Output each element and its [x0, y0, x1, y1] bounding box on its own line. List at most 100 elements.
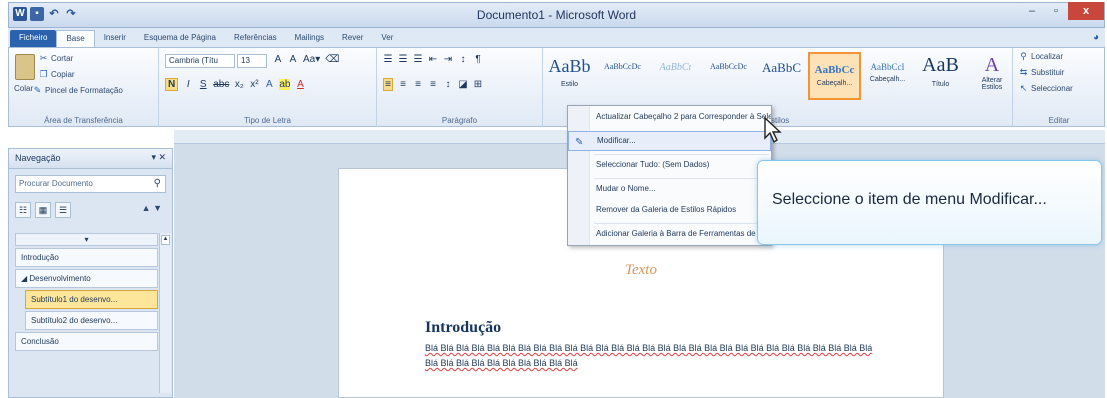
show-marks-button[interactable]: ¶: [473, 54, 483, 65]
borders-button[interactable]: ⊞: [473, 79, 483, 90]
justify-button[interactable]: ≡: [428, 79, 438, 90]
navigation-arrows[interactable]: ▲ ▼: [142, 203, 162, 213]
style-sample: AaBbCı: [659, 62, 692, 73]
close-button[interactable]: x: [1068, 2, 1104, 20]
style-tile-heading2[interactable]: AaBbCc Cabeçalh...: [808, 52, 861, 100]
pages-view-icon[interactable]: ▦: [35, 202, 51, 218]
underline-button[interactable]: S: [198, 79, 208, 90]
align-right-button[interactable]: ≡: [413, 79, 423, 90]
style-tile-subtle[interactable]: AaBbCı: [649, 52, 702, 100]
shrink-font-button[interactable]: A: [288, 54, 298, 65]
results-view-icon[interactable]: ☰: [55, 202, 71, 218]
tab-home[interactable]: Base: [56, 30, 95, 48]
font-color-button[interactable]: A: [295, 79, 305, 90]
style-tile-title[interactable]: AaB Título: [914, 52, 967, 100]
cut-label: Cortar: [51, 54, 74, 63]
menu-item-rename[interactable]: Mudar o Nome...: [568, 180, 771, 200]
nav-item-subtitulo1[interactable]: Subtítulo1 do desenvo...: [25, 290, 158, 309]
paste-icon[interactable]: [15, 54, 35, 80]
navigation-scrollbar[interactable]: ▲: [159, 233, 171, 393]
nav-item-subtitulo2[interactable]: Subtítulo2 do desenvo...: [25, 311, 158, 330]
format-painter-button[interactable]: ✎ Pincel de Formatação: [33, 86, 123, 96]
restore-button[interactable]: ▫: [1044, 2, 1068, 20]
menu-separator: [594, 223, 769, 224]
style-tile-no-spacing[interactable]: AaBbCcDc: [596, 52, 649, 100]
menu-item-select-all[interactable]: Seleccionar Tudo: (Sem Dados): [568, 156, 771, 176]
tab-insert[interactable]: Inserir: [95, 30, 135, 48]
bullets-button[interactable]: ☰: [383, 54, 393, 65]
style-tile-heading1[interactable]: AaBbC: [755, 52, 808, 100]
search-icon[interactable]: ⚲: [154, 178, 161, 189]
help-icon[interactable]: ◕: [1093, 32, 1099, 43]
style-name: Título: [931, 81, 950, 88]
align-left-button[interactable]: ≡: [383, 78, 393, 91]
headings-view-icon[interactable]: ☷: [15, 202, 31, 218]
replace-label: Substituir: [1031, 68, 1065, 77]
tab-references[interactable]: Referências: [225, 30, 286, 48]
paste-button[interactable]: Colar: [14, 84, 33, 93]
menu-item-modify[interactable]: ✎ Modificar...: [568, 131, 771, 151]
tab-file[interactable]: Ficheiro: [10, 30, 57, 48]
tab-page-layout[interactable]: Esquema de Página: [135, 30, 225, 48]
align-center-button[interactable]: ≡: [398, 79, 408, 90]
tab-view[interactable]: Ver: [372, 30, 402, 48]
subscript-button[interactable]: x₂: [234, 79, 244, 90]
numbering-button[interactable]: ☰: [398, 54, 408, 65]
sort-button[interactable]: ↕: [458, 54, 468, 65]
change-styles-icon: A: [984, 54, 1000, 76]
copy-button[interactable]: ❐ Copiar: [39, 70, 74, 80]
ribbon: Colar ✂ Cortar ❐ Copiar ✎ Pincel de Form…: [8, 47, 1105, 127]
style-sample: AaBbCcDc: [710, 62, 747, 71]
page-placeholder-text: Texto: [625, 262, 657, 278]
nav-item-conclusao[interactable]: Conclusão: [15, 332, 158, 351]
select-button[interactable]: ↖ Seleccionar: [1019, 84, 1073, 94]
font-size-select[interactable]: 13: [237, 54, 267, 68]
replace-button[interactable]: ⇆ Substituir: [1019, 68, 1065, 78]
superscript-button[interactable]: x²: [249, 79, 259, 90]
navigation-header: Navegação ▾ ✕: [9, 149, 172, 169]
navigation-pane-controls[interactable]: ▾ ✕: [151, 152, 166, 163]
collapse-all-button[interactable]: ▾: [15, 233, 158, 246]
clear-format-button[interactable]: ⌫: [325, 54, 339, 65]
font-tools-row1: A A Aa▾ ⌫: [273, 54, 340, 65]
decrease-indent-button[interactable]: ⇤: [428, 54, 438, 65]
search-document-input[interactable]: Procurar Documento ⚲: [15, 175, 166, 193]
menu-item-update-heading[interactable]: Actualizar Cabeçalho 2 para Corresponder…: [568, 108, 771, 128]
multilevel-list-button[interactable]: ☰: [413, 54, 423, 65]
menu-item-add-to-toolbar[interactable]: Adicionar Galeria à Barra de Ferramentas…: [568, 225, 771, 245]
strikethrough-button[interactable]: abc: [213, 79, 229, 90]
font-group: Cambria (Títu 13 A A Aa▾ ⌫ N I S abc x₂ …: [159, 48, 377, 127]
style-name: Cabeçalh...: [816, 80, 853, 87]
change-styles-button[interactable]: A Alterar Estilos: [975, 54, 1009, 91]
style-tile-normal[interactable]: AaBb Estilo: [543, 52, 596, 100]
shading-button[interactable]: ◪: [458, 79, 468, 90]
minimize-button[interactable]: –: [1020, 2, 1044, 20]
grow-font-button[interactable]: A: [273, 54, 283, 65]
italic-button[interactable]: I: [183, 79, 193, 90]
tutorial-callout: Seleccione o item de menu Modificar...: [757, 160, 1102, 245]
tab-review[interactable]: Rever: [333, 30, 372, 48]
line-spacing-button[interactable]: ↕: [443, 79, 453, 90]
find-button[interactable]: ⚲ Localizar: [1019, 52, 1063, 62]
style-context-menu: Actualizar Cabeçalho 2 para Corresponder…: [567, 105, 772, 246]
bold-button[interactable]: N: [165, 78, 179, 91]
paragraph-group-label: Parágrafo: [441, 116, 478, 125]
menu-item-remove-gallery[interactable]: Remover da Galeria de Estilos Rápidos: [568, 201, 771, 221]
style-sample: AaB: [922, 54, 959, 76]
nav-item-desenvolvimento[interactable]: ◢ Desenvolvimento: [15, 269, 158, 288]
change-case-button[interactable]: Aa▾: [303, 54, 320, 65]
font-name-select[interactable]: Cambria (Títu: [165, 54, 235, 68]
scroll-up-icon[interactable]: ▲: [161, 235, 170, 245]
navigation-view-tabs: ☷ ▦ ☰ ▲ ▼: [15, 199, 166, 221]
style-tile-heading3[interactable]: AaBbCcI Cabeçalh...: [861, 52, 914, 100]
style-name: Cabeçalh...: [869, 76, 906, 83]
highlight-button[interactable]: ab: [279, 79, 291, 90]
tab-mailings[interactable]: Mailings: [286, 30, 333, 48]
window-controls: – ▫ x: [1020, 2, 1104, 20]
nav-item-introducao[interactable]: Introdução: [15, 248, 158, 267]
style-tile-paragraph[interactable]: AaBbCcDc: [702, 52, 755, 100]
style-sample: AaBbCc: [814, 64, 855, 76]
increase-indent-button[interactable]: ⇥: [443, 54, 453, 65]
cut-button[interactable]: ✂ Cortar: [39, 54, 74, 64]
text-effects-button[interactable]: A: [264, 79, 274, 90]
